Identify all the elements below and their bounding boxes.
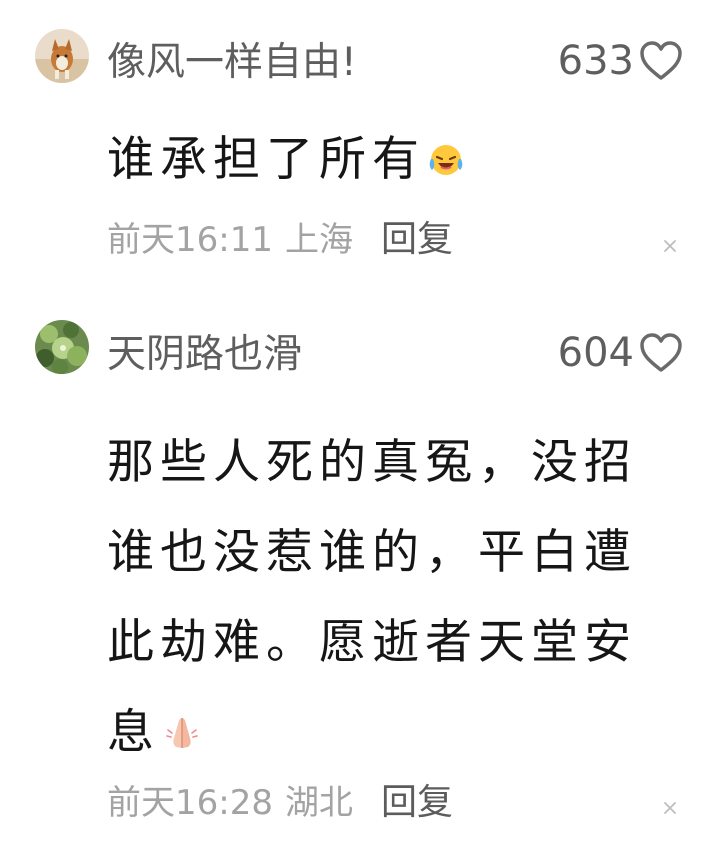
reply-button[interactable]: 回复 [381, 785, 453, 821]
close-icon[interactable] [662, 800, 678, 816]
dog-avatar-icon [35, 29, 89, 83]
heart-icon[interactable] [638, 332, 684, 374]
timestamp: 前天16:11 [107, 220, 273, 260]
like-group[interactable]: 633 [558, 40, 684, 82]
comment-item: 天阴路也滑 604 那些人死的真冤，没招谁也没惹谁的，平白遭此劫难。愿逝者天堂安… [0, 300, 720, 865]
plant-avatar-icon [35, 320, 89, 374]
location: 湖北 [284, 783, 353, 823]
avatar[interactable] [35, 29, 89, 83]
comment-text-content: 谁承担了所有 [107, 132, 425, 187]
comment-text: 那些人死的真冤，没招谁也没惹谁的，平白遭此劫难。愿逝者天堂安息 [107, 418, 684, 778]
username[interactable]: 天阴路也滑 [107, 335, 302, 374]
heart-icon[interactable] [638, 40, 684, 82]
comment-meta: 前天16:28 湖北 回复 [107, 785, 453, 821]
like-group[interactable]: 604 [558, 332, 684, 374]
comment-text: 谁承担了所有 [107, 132, 684, 188]
like-count: 604 [557, 330, 634, 376]
username[interactable]: 像风一样自由! [107, 43, 357, 82]
laughing-crying-emoji-icon [429, 145, 463, 175]
close-icon[interactable] [662, 238, 678, 254]
reply-button[interactable]: 回复 [381, 222, 453, 258]
timestamp: 前天16:28 [107, 783, 273, 823]
comment-item: 像风一样自由! 633 谁承担了所有 前天16:11 上海 回复 [0, 0, 720, 300]
location: 上海 [284, 220, 353, 260]
praying-hands-emoji-icon [166, 718, 198, 748]
comment-meta: 前天16:11 上海 回复 [107, 222, 453, 258]
like-count: 633 [557, 38, 634, 84]
avatar[interactable] [35, 320, 89, 374]
